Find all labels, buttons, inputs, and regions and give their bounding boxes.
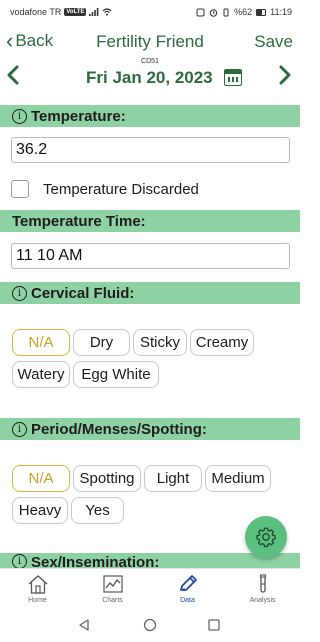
chevron-left-icon — [7, 65, 19, 85]
period-options-row2: Heavy Yes — [12, 497, 124, 524]
settings-fab[interactable] — [245, 516, 287, 558]
temperature-section-header: i Temperature: — [0, 105, 300, 127]
notification-icon — [196, 8, 205, 16]
info-icon[interactable]: i — [12, 421, 27, 437]
section-title: Cervical Fluid: — [31, 284, 135, 302]
period-option-yes[interactable]: Yes — [71, 497, 124, 524]
current-date[interactable]: Fri Jan 20, 2023 — [86, 68, 213, 88]
checkbox-label: Temperature Discarded — [43, 180, 199, 198]
cf-option-egg-white[interactable]: Egg White — [73, 361, 159, 388]
nav-label: Analysis — [249, 597, 276, 604]
status-bar: vodafone TR VoLTE %62 11:19 — [0, 0, 300, 24]
system-back-icon[interactable] — [77, 618, 91, 632]
back-label: Back — [15, 31, 54, 50]
vibrate-icon — [223, 8, 229, 16]
chevron-left-icon: ‹ — [6, 28, 14, 53]
app-header: Fertility Friend ‹ Back Save — [0, 28, 300, 56]
info-icon[interactable]: i — [12, 285, 27, 301]
cf-option-na[interactable]: N/A — [12, 329, 70, 356]
next-day-button[interactable] — [278, 64, 292, 90]
nav-label: Charts — [102, 597, 123, 604]
nav-charts[interactable]: Charts — [75, 569, 150, 612]
battery-percent: %62 — [234, 7, 253, 17]
info-icon[interactable]: i — [12, 554, 27, 568]
carrier-name: vodafone TR — [10, 7, 62, 17]
status-right: %62 11:19 — [196, 7, 292, 17]
period-option-na[interactable]: N/A — [12, 465, 70, 492]
nav-home[interactable]: Home — [0, 569, 75, 612]
section-title: Temperature: — [31, 107, 126, 125]
system-home-icon[interactable] — [143, 618, 157, 632]
nav-data[interactable]: Data — [150, 569, 225, 612]
nav-analysis[interactable]: Analysis — [225, 569, 300, 612]
gear-icon — [256, 527, 276, 548]
back-button[interactable]: ‹ Back — [6, 28, 54, 53]
info-icon[interactable]: i — [12, 108, 27, 124]
house-icon — [28, 575, 47, 594]
alarm-icon — [209, 8, 218, 17]
cf-option-creamy[interactable]: Creamy — [190, 329, 254, 356]
signal-icon — [89, 8, 99, 16]
section-title: Period/Menses/Spotting: — [31, 420, 207, 438]
test-tube-icon — [259, 574, 266, 593]
temperature-discarded-row[interactable]: Temperature Discarded — [11, 180, 199, 198]
nav-label: Data — [180, 597, 195, 604]
temperature-input[interactable]: 36.2 — [11, 137, 290, 163]
period-option-spotting[interactable]: Spotting — [73, 465, 141, 492]
system-recents-icon[interactable] — [207, 618, 221, 632]
cf-option-dry[interactable]: Dry — [73, 329, 130, 356]
cervical-fluid-options-row1: N/A Dry Sticky Creamy — [12, 329, 254, 356]
bottom-navigation: Home Charts Data Analysis — [0, 568, 300, 612]
period-section-header: i Period/Menses/Spotting: — [0, 418, 300, 440]
system-navigation-bar — [0, 612, 300, 642]
period-option-medium[interactable]: Medium — [205, 465, 271, 492]
temperature-time-input[interactable]: 11 10 AM — [11, 243, 290, 269]
cervical-fluid-section-header: i Cervical Fluid: — [0, 282, 300, 304]
period-option-light[interactable]: Light — [144, 465, 202, 492]
temperature-time-section-header: Temperature Time: — [0, 210, 300, 232]
cervical-fluid-options-row2: Watery Egg White — [12, 361, 159, 388]
save-button[interactable]: Save — [254, 32, 293, 52]
section-title: Temperature Time: — [12, 212, 146, 230]
pencil-icon — [179, 575, 197, 591]
date-navigator: CD51 Fri Jan 20, 2023 — [0, 56, 300, 100]
chevron-right-icon — [279, 65, 291, 85]
carrier-info: vodafone TR VoLTE — [10, 7, 112, 17]
calendar-icon[interactable] — [224, 69, 242, 86]
previous-day-button[interactable] — [6, 64, 20, 90]
cf-option-sticky[interactable]: Sticky — [133, 329, 187, 356]
temperature-discarded-checkbox[interactable] — [11, 180, 29, 198]
clock: 11:19 — [270, 7, 292, 17]
nav-label: Home — [28, 597, 47, 604]
cycle-day-label: CD51 — [141, 58, 159, 65]
wifi-icon — [103, 8, 112, 16]
cf-option-watery[interactable]: Watery — [12, 361, 70, 388]
battery-icon — [256, 8, 267, 16]
volte-badge: VoLTE — [64, 8, 87, 16]
period-option-heavy[interactable]: Heavy — [12, 497, 68, 524]
section-title: Sex/Insemination: — [31, 554, 160, 568]
chart-icon — [102, 575, 123, 593]
period-options-row1: N/A Spotting Light Medium — [12, 465, 271, 492]
